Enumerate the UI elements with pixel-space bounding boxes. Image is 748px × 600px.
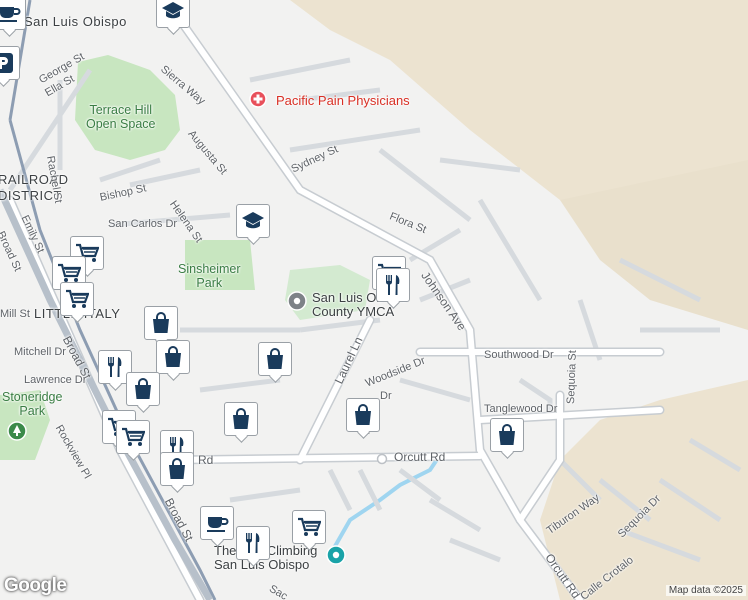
street-orcutt-left: Rd <box>198 453 214 467</box>
poi-marker[interactable] <box>224 402 258 440</box>
street-tanglewood: Tanglewood Dr <box>484 403 558 415</box>
poi-marker[interactable] <box>60 282 94 320</box>
shopping-icon <box>267 348 283 369</box>
poi-marker[interactable] <box>0 0 26 34</box>
shopping-icon <box>355 404 371 425</box>
roundabout-icon <box>376 452 388 470</box>
shopping-icon <box>233 408 249 429</box>
ymca-place-icon[interactable] <box>287 291 307 316</box>
restaurant-icon <box>107 357 122 377</box>
street-southwood: Southwood Dr <box>484 349 554 361</box>
street-san-carlos: San Carlos Dr <box>108 218 178 230</box>
street-mitchell: Mitchell Dr <box>14 346 66 358</box>
street-orcutt: Orcutt Rd <box>394 450 446 464</box>
coffee-icon <box>207 517 229 532</box>
poi-marker[interactable] <box>126 372 160 410</box>
poi-marker[interactable] <box>236 204 270 242</box>
map-canvas[interactable]: San Luis Obispo RAILROAD DISTRICT LITTLE… <box>0 0 748 600</box>
poi-marker[interactable] <box>144 306 178 344</box>
restaurant-icon <box>385 275 400 295</box>
shopping-icon <box>169 458 185 479</box>
poi-marker[interactable] <box>346 398 380 436</box>
poi-marker[interactable] <box>156 340 190 378</box>
map-data-attribution[interactable]: Map data ©2025 <box>665 585 746 596</box>
google-logo: Google <box>4 575 67 596</box>
city-label: San Luis Obispo <box>24 14 127 29</box>
coffee-icon <box>0 7 21 22</box>
shopping-icon <box>499 424 515 445</box>
sinsheimer-park-label[interactable]: Sinsheimer Park <box>178 262 241 290</box>
parking-icon <box>0 53 13 73</box>
grocery-icon <box>298 517 321 536</box>
shopping-icon <box>165 346 181 367</box>
poi-marker[interactable] <box>258 342 292 380</box>
poi-marker[interactable] <box>200 506 234 544</box>
school-icon <box>242 212 264 229</box>
poi-marker[interactable] <box>116 420 150 458</box>
street-dr: Dr <box>380 390 392 402</box>
street-mill: Mill St <box>0 308 30 320</box>
terrace-hill-label[interactable]: Terrace Hill Open Space <box>86 103 156 131</box>
stoneridge-park-label[interactable]: Stoneridge Park <box>2 390 62 418</box>
street-lawrence: Lawrence Dr <box>24 374 87 386</box>
shopping-icon <box>135 378 151 399</box>
park-tree-icon[interactable] <box>7 421 27 446</box>
poi-marker[interactable] <box>160 452 194 490</box>
poi-marker[interactable] <box>156 0 190 32</box>
medical-icon[interactable] <box>249 90 267 113</box>
grocery-icon <box>66 289 89 308</box>
poi-marker[interactable] <box>0 46 20 84</box>
pacific-pain-label[interactable]: Pacific Pain Physicians <box>276 93 410 108</box>
shopping-icon <box>153 312 169 333</box>
restaurant-icon <box>245 533 260 553</box>
climbing-place-icon[interactable] <box>326 545 346 570</box>
street-sequoia: Sequoia St <box>565 349 579 405</box>
poi-marker[interactable] <box>376 268 410 306</box>
poi-marker[interactable] <box>236 526 270 564</box>
school-icon <box>162 2 184 19</box>
poi-marker[interactable] <box>490 418 524 456</box>
poi-marker[interactable] <box>292 510 326 548</box>
grocery-icon <box>122 427 145 446</box>
